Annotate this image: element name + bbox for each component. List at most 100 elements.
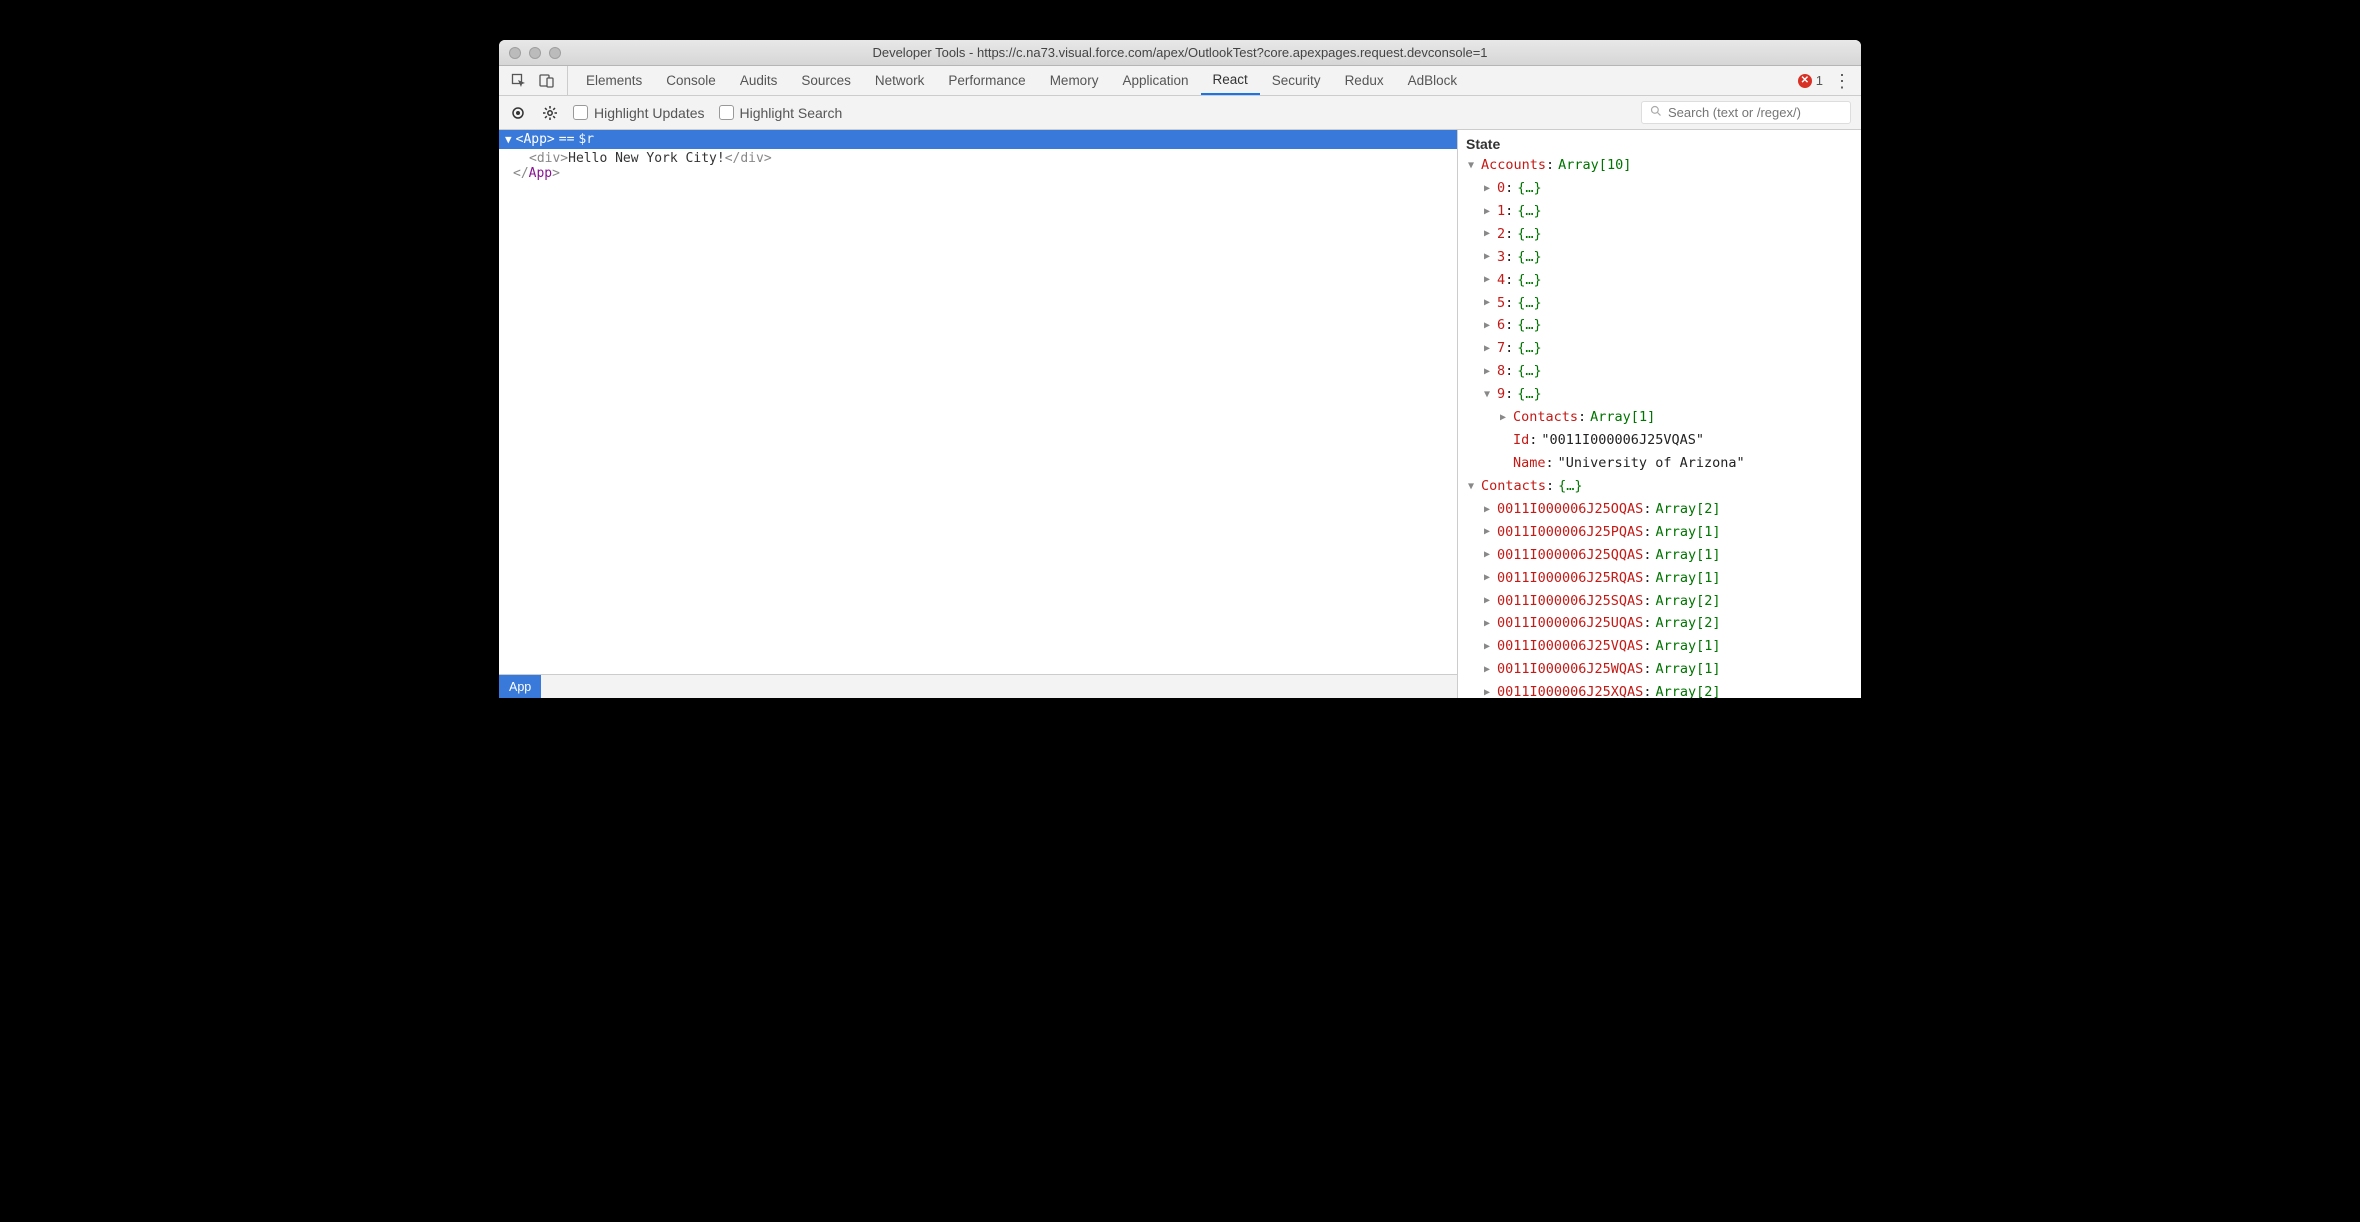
state-account-row[interactable]: ▶6:{…} xyxy=(1458,314,1861,337)
state-val: {…} xyxy=(1517,384,1541,405)
state-val: Array[2] xyxy=(1655,682,1720,698)
gear-icon[interactable] xyxy=(541,104,559,122)
minimize-window-button[interactable] xyxy=(529,47,541,59)
state-contact-row[interactable]: ▶0011I000006J25OQAS:Array[2] xyxy=(1458,498,1861,521)
tree-close-open: </ xyxy=(513,166,529,181)
state-account-row[interactable]: ▶1:{…} xyxy=(1458,200,1861,223)
state-acc9-id-row[interactable]: ▶ Id: "0011I000006J25VQAS" xyxy=(1458,429,1861,452)
more-menu-icon[interactable]: ⋮ xyxy=(1833,72,1851,90)
zoom-window-button[interactable] xyxy=(549,47,561,59)
search-field[interactable] xyxy=(1641,101,1851,124)
tab-network[interactable]: Network xyxy=(863,66,937,95)
search-input[interactable] xyxy=(1668,105,1842,120)
state-contact-row[interactable]: ▶0011I000006J25RQAS:Array[1] xyxy=(1458,567,1861,590)
state-contact-row[interactable]: ▶0011I000006J25XQAS:Array[2] xyxy=(1458,681,1861,698)
state-contacts-root-row[interactable]: ▼ Contacts: {…} xyxy=(1458,475,1861,498)
state-account-row[interactable]: ▶4:{…} xyxy=(1458,269,1861,292)
state-acc9-contacts-row[interactable]: ▶ Contacts: Array[1] xyxy=(1458,406,1861,429)
tab-redux[interactable]: Redux xyxy=(1333,66,1396,95)
tree-selected-row[interactable]: ▼ <App> == $r xyxy=(499,130,1457,149)
state-key: 5 xyxy=(1497,293,1505,314)
state-val: {…} xyxy=(1517,293,1541,314)
state-key: 0011I000006J25SQAS xyxy=(1497,591,1643,612)
state-key: 0011I000006J25QQAS xyxy=(1497,545,1643,566)
titlebar: Developer Tools - https://c.na73.visual.… xyxy=(499,40,1861,66)
tab-elements[interactable]: Elements xyxy=(574,66,654,95)
state-key: Contacts xyxy=(1513,407,1578,428)
tab-security[interactable]: Security xyxy=(1260,66,1333,95)
state-key: 0011I000006J25XQAS xyxy=(1497,682,1643,698)
tab-sources[interactable]: Sources xyxy=(789,66,863,95)
tab-console[interactable]: Console xyxy=(654,66,728,95)
caret-right-icon: ▶ xyxy=(1482,570,1492,586)
target-icon[interactable] xyxy=(509,104,527,122)
state-key: Contacts xyxy=(1481,476,1546,497)
state-key: Name xyxy=(1513,453,1546,474)
device-toolbar-icon[interactable] xyxy=(539,73,555,89)
state-val: {…} xyxy=(1517,361,1541,382)
caret-right-icon: ▶ xyxy=(1482,295,1492,311)
tab-application[interactable]: Application xyxy=(1110,66,1200,95)
tree-close-name: App xyxy=(529,166,552,181)
state-pane: State ▼ Accounts: Array[10] ▶0:{…}▶1:{…}… xyxy=(1457,130,1861,698)
state-val: {…} xyxy=(1558,476,1582,497)
state-contact-row[interactable]: ▶0011I000006J25PQAS:Array[1] xyxy=(1458,521,1861,544)
state-account-row[interactable]: ▶5:{…} xyxy=(1458,292,1861,315)
state-contact-row[interactable]: ▶0011I000006J25UQAS:Array[2] xyxy=(1458,612,1861,635)
caret-down-icon: ▼ xyxy=(1466,479,1476,495)
error-icon: ✕ xyxy=(1798,74,1812,88)
tab-memory[interactable]: Memory xyxy=(1038,66,1111,95)
caret-right-icon: ▶ xyxy=(1482,502,1492,518)
caret-right-icon: ▶ xyxy=(1482,364,1492,380)
caret-right-icon: ▶ xyxy=(1482,181,1492,197)
tab-audits[interactable]: Audits xyxy=(728,66,790,95)
state-contact-row[interactable]: ▶0011I000006J25VQAS:Array[1] xyxy=(1458,635,1861,658)
state-key: 0011I000006J25VQAS xyxy=(1497,636,1643,657)
state-accounts-row[interactable]: ▼ Accounts: Array[10] xyxy=(1458,154,1861,177)
state-contact-row[interactable]: ▶0011I000006J25QQAS:Array[1] xyxy=(1458,544,1861,567)
caret-right-icon: ▶ xyxy=(1482,226,1492,242)
spacer-icon: ▶ xyxy=(1498,433,1508,449)
state-key: Id xyxy=(1513,430,1529,451)
state-key: 0011I000006J25UQAS xyxy=(1497,613,1643,634)
breadcrumb-item[interactable]: App xyxy=(499,675,541,698)
close-window-button[interactable] xyxy=(509,47,521,59)
state-title: State xyxy=(1458,134,1861,154)
tree-child-close-tag: </div> xyxy=(725,151,772,166)
state-contact-row[interactable]: ▶0011I000006J25SQAS:Array[2] xyxy=(1458,590,1861,613)
react-toolbar: Highlight Updates Highlight Search xyxy=(499,96,1861,130)
highlight-updates-checkbox[interactable]: Highlight Updates xyxy=(573,105,705,121)
window-controls xyxy=(509,47,561,59)
caret-down-icon: ▼ xyxy=(1482,387,1492,403)
tab-react[interactable]: React xyxy=(1201,66,1260,95)
state-account-row[interactable]: ▶0:{…} xyxy=(1458,177,1861,200)
state-account-row[interactable]: ▶2:{…} xyxy=(1458,223,1861,246)
state-account-row[interactable]: ▶3:{…} xyxy=(1458,246,1861,269)
tree-dollar-r: $r xyxy=(578,132,594,147)
state-val: Array[1] xyxy=(1655,545,1720,566)
caret-right-icon: ▶ xyxy=(1482,662,1492,678)
state-contact-row[interactable]: ▶0011I000006J25WQAS:Array[1] xyxy=(1458,658,1861,681)
state-val: {…} xyxy=(1517,270,1541,291)
state-val: Array[2] xyxy=(1655,591,1720,612)
error-badge[interactable]: ✕ 1 xyxy=(1798,73,1823,88)
tree-child-row[interactable]: <div>Hello New York City!</div> xyxy=(499,151,1457,166)
tree-close-row[interactable]: </App> xyxy=(499,166,1457,181)
state-val: Array[1] xyxy=(1655,568,1720,589)
tab-performance[interactable]: Performance xyxy=(936,66,1037,95)
state-val: Array[2] xyxy=(1655,499,1720,520)
tree-child-text: Hello New York City! xyxy=(568,151,725,166)
inspect-element-icon[interactable] xyxy=(511,73,527,89)
tabs-left-icons xyxy=(499,66,568,95)
window-title: Developer Tools - https://c.na73.visual.… xyxy=(499,45,1861,60)
state-val: Array[1] xyxy=(1655,659,1720,680)
tab-adblock[interactable]: AdBlock xyxy=(1396,66,1470,95)
highlight-search-checkbox[interactable]: Highlight Search xyxy=(719,105,843,121)
state-account-row[interactable]: ▶8:{…} xyxy=(1458,360,1861,383)
caret-right-icon: ▶ xyxy=(1482,547,1492,563)
state-key: 2 xyxy=(1497,224,1505,245)
caret-right-icon: ▶ xyxy=(1482,616,1492,632)
state-account-row[interactable]: ▼9:{…} xyxy=(1458,383,1861,406)
state-account-row[interactable]: ▶7:{…} xyxy=(1458,337,1861,360)
state-acc9-name-row[interactable]: ▶ Name: "University of Arizona" xyxy=(1458,452,1861,475)
